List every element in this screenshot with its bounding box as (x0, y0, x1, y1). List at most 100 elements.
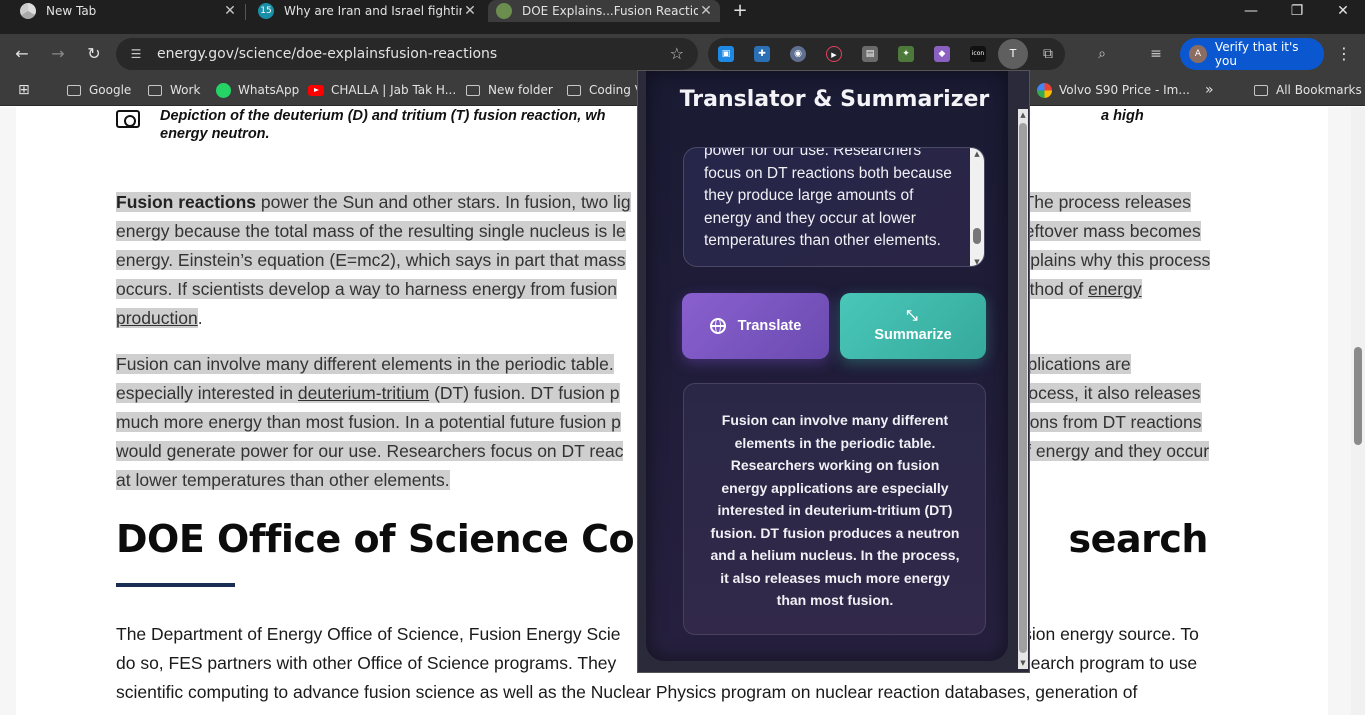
bookmark-label: New folder (488, 83, 553, 97)
text-span: at lower temperatures than other element… (116, 470, 450, 490)
address-bar[interactable]: ☰ energy.gov/science/doe-explainsfusion-… (116, 38, 698, 70)
text-span: rocess, it also releases (1022, 383, 1201, 403)
bookmark-label: CHALLA | Jab Tak H... (331, 83, 457, 97)
bookmark-new-folder[interactable]: New folder (465, 82, 553, 98)
url-text[interactable]: energy.gov/science/doe-explainsfusion-re… (157, 46, 497, 62)
summarize-button[interactable]: ⤡ Summarize (840, 293, 986, 359)
close-icon[interactable]: ✕ (222, 3, 238, 19)
bookmark-star-icon[interactable]: ☆ (670, 44, 684, 63)
textarea-scrollbar[interactable]: ▲ ▼ (970, 148, 984, 266)
doe-seal-icon (496, 3, 512, 19)
bookmarks-overflow-button[interactable]: » (1205, 82, 1214, 98)
scrollbar-thumb[interactable] (1019, 123, 1027, 653)
heading-underline (116, 583, 235, 587)
video-extension-icon[interactable]: ▶ (826, 46, 842, 62)
youtube-icon (308, 83, 324, 97)
summary-text: Fusion can involve many different elemen… (710, 412, 960, 608)
icon-extension-icon[interactable]: icon (970, 46, 986, 62)
deuterium-tritium-link[interactable]: deuterium-tritium (298, 383, 429, 403)
rss-extension-icon[interactable]: ◉ (790, 46, 806, 62)
browser-menu-icon[interactable]: ⋮ (1334, 42, 1354, 66)
bookmark-label: Google (89, 83, 132, 97)
text-span: energy because the total mass of the res… (116, 221, 626, 241)
reload-button[interactable]: ↻ (82, 42, 106, 66)
text-span: fusion energy source. To (1008, 624, 1199, 644)
apps-icon[interactable]: ⊞ (18, 82, 30, 98)
bookmark-volvo[interactable]: Volvo S90 Price - Im... (1036, 82, 1190, 98)
text-span: Fusion can involve many different elemen… (116, 354, 614, 374)
text-span: occurs. If scientists develop a way to h… (116, 279, 617, 299)
tab-divider (245, 4, 246, 20)
popup-title: Translator & Summarizer (679, 87, 990, 112)
bookmark-google[interactable]: Google (66, 82, 131, 98)
page-scrollbar[interactable] (1351, 107, 1365, 715)
text-span: (DT) fusion. DT fusion p (429, 383, 620, 403)
camera-icon (116, 110, 140, 128)
bookmark-all-bookmarks[interactable]: All Bookmarks (1253, 82, 1362, 98)
bookmark-label: Work (170, 83, 201, 97)
globe-icon (709, 318, 726, 334)
energy-production-link[interactable]: energy (1088, 279, 1142, 299)
summarize-label: Summarize (874, 327, 952, 343)
whatsapp-icon (215, 82, 231, 98)
restore-button[interactable]: ❐ (1274, 0, 1320, 22)
screenshot-extension-icon[interactable]: ▣ (718, 46, 734, 62)
puzzle-extension-icon[interactable]: ✦ (898, 46, 914, 62)
forward-button[interactable]: → (46, 42, 70, 66)
folder-icon (465, 83, 481, 97)
translate-button[interactable]: Translate (682, 293, 829, 359)
verify-profile-button[interactable]: A Verify that it's you (1180, 38, 1324, 70)
news-icon: 15 (258, 3, 274, 19)
scroll-down-icon[interactable]: ▼ (1018, 659, 1028, 667)
image-extension-icon[interactable]: ◆ (934, 46, 950, 62)
folder-icon (1253, 83, 1269, 97)
popup-scrollbar[interactable]: ▲ ▼ (1018, 109, 1028, 669)
scroll-up-icon[interactable]: ▲ (970, 150, 984, 158)
bookmark-label: Volvo S90 Price - Im... (1059, 83, 1190, 97)
tab-title: Why are Iran and Israel fighting (284, 4, 462, 18)
avatar: A (1189, 45, 1207, 63)
scrollbar-thumb[interactable] (973, 228, 981, 244)
bookmark-label: WhatsApp (238, 83, 300, 97)
translator-extension-icon[interactable]: T (998, 39, 1028, 69)
input-textarea[interactable]: power for our use. Researchers focus on … (683, 147, 985, 267)
scroll-down-icon[interactable]: ▼ (970, 258, 984, 266)
text-span: DOE Office of Science Contr (116, 517, 697, 561)
text-span: of energy and they occur (1016, 441, 1210, 461)
tab-search-icon[interactable]: ⌕ (1092, 44, 1112, 64)
bookmark-label: Coding V (589, 83, 643, 97)
folder-icon (66, 83, 82, 97)
text-span: do so, FES partners with other Office of… (116, 653, 617, 673)
tab-iran-israel[interactable]: 15 Why are Iran and Israel fighting ✕ (258, 0, 478, 22)
network-extension-icon[interactable]: ✚ (754, 46, 770, 62)
text-span: The Department of Energy Office of Scien… (116, 624, 621, 644)
scrollbar-thumb[interactable] (1354, 347, 1362, 445)
close-icon[interactable]: ✕ (698, 3, 714, 19)
text-span: search (1068, 517, 1209, 561)
text-span: xplains why this process (1021, 250, 1211, 270)
close-icon[interactable]: ✕ (462, 3, 478, 19)
input-text[interactable]: power for our use. Researchers focus on … (704, 148, 956, 253)
tab-new-tab[interactable]: New Tab ✕ (20, 0, 238, 22)
bookmark-whatsapp[interactable]: WhatsApp (215, 82, 299, 98)
extensions-puzzle-icon[interactable]: ⧉ (1038, 44, 1058, 64)
new-tab-button[interactable]: + (730, 2, 750, 22)
bookmark-coding[interactable]: Coding V (566, 82, 643, 98)
minimize-button[interactable]: — (1228, 0, 1274, 22)
storage-extension-icon[interactable]: ▤ (862, 46, 878, 62)
energy-production-link[interactable]: production (116, 308, 198, 328)
text-span: esearch program to use (1012, 653, 1198, 673)
compress-icon: ⤡ (906, 307, 918, 323)
close-window-button[interactable]: ✕ (1320, 0, 1365, 22)
extensions-bar: ▣ ✚ ◉ ▶ ▤ ✦ ◆ icon T ⧉ (708, 38, 1065, 70)
scroll-up-icon[interactable]: ▲ (1018, 111, 1028, 119)
text-span: . (197, 308, 203, 328)
bookmark-work[interactable]: Work (147, 82, 200, 98)
tab-title: DOE Explains...Fusion Reactions (522, 4, 698, 18)
tab-doe-explains[interactable]: DOE Explains...Fusion Reactions ✕ (488, 0, 720, 22)
site-info-icon[interactable]: ☰ (128, 46, 144, 62)
bookmark-challa[interactable]: CHALLA | Jab Tak H... (308, 82, 456, 98)
back-button[interactable]: ← (10, 42, 34, 66)
media-control-icon[interactable]: ≡ (1146, 44, 1166, 64)
popup-panel: Translator & Summarizer power for our us… (646, 71, 1008, 661)
